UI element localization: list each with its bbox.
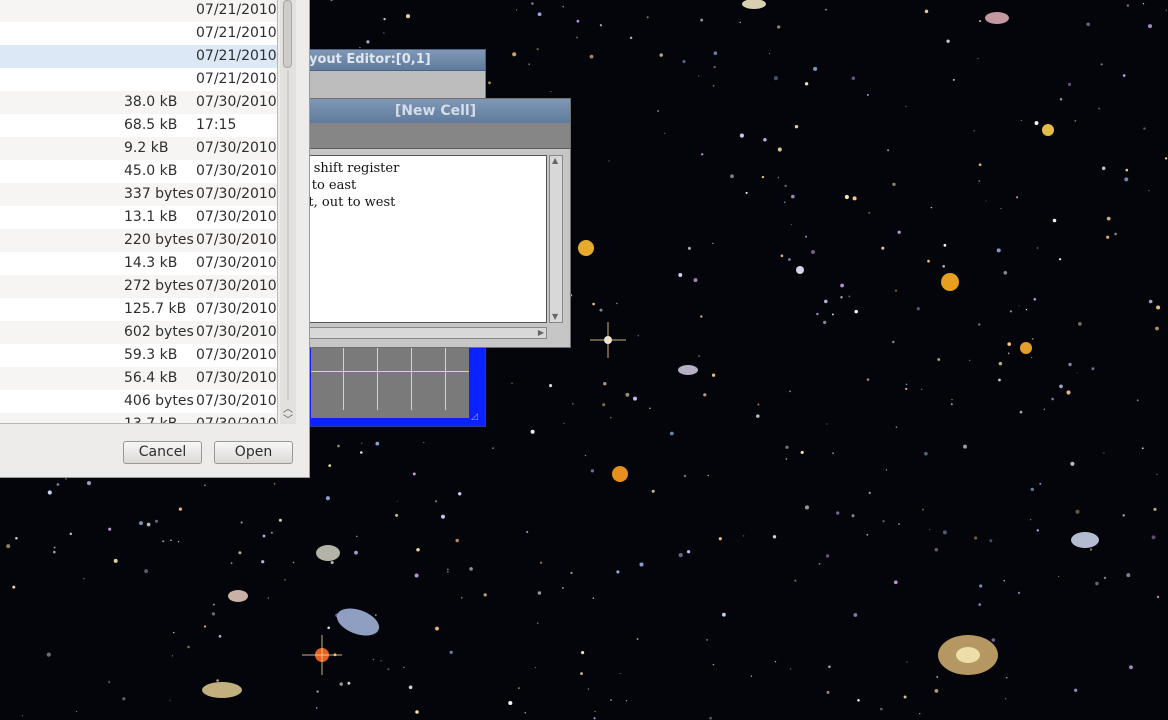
- file-modified-date: 07/30/2010: [196, 209, 277, 225]
- file-modified-date: 07/30/2010: [196, 94, 277, 110]
- file-row[interactable]: 14.3 kB 07/30/2010: [0, 252, 277, 275]
- file-row[interactable]: 07/21/2010: [0, 22, 277, 45]
- file-row[interactable]: 337 bytes 07/30/2010: [0, 183, 277, 206]
- file-modified-date: 07/30/2010: [196, 324, 277, 340]
- file-size: 13.1 kB: [124, 209, 178, 225]
- file-modified-date: 07/21/2010: [196, 48, 277, 64]
- file-modified-date: 07/30/2010: [196, 163, 277, 179]
- file-row[interactable]: 68.5 kB 17:15: [0, 114, 277, 137]
- file-size: 220 bytes: [124, 232, 194, 248]
- file-modified-date: 07/30/2010: [196, 232, 277, 248]
- file-size: 272 bytes: [124, 278, 194, 294]
- file-row[interactable]: 56.4 kB 07/30/2010: [0, 367, 277, 390]
- file-size: 406 bytes: [124, 393, 194, 409]
- scroll-right-icon[interactable]: ▶: [538, 328, 544, 338]
- resize-corner-icon[interactable]: ◿: [471, 412, 481, 422]
- file-modified-date: 07/30/2010: [196, 278, 277, 294]
- file-size: 14.3 kB: [124, 255, 178, 271]
- file-row[interactable]: 45.0 kB 07/30/2010: [0, 160, 277, 183]
- file-list-scrollbar[interactable]: ︿ ﹀: [280, 0, 296, 426]
- layout-editor-title[interactable]: yout Editor:[0,1]: [300, 49, 486, 71]
- file-size: 56.4 kB: [124, 370, 178, 386]
- file-size: 59.3 kB: [124, 347, 178, 363]
- file-modified-date: 07/30/2010: [196, 255, 277, 271]
- text-horizontal-scrollbar[interactable]: ▶: [301, 327, 547, 339]
- file-modified-date: 07/30/2010: [196, 416, 277, 424]
- description-line: ast, out to west: [301, 195, 396, 210]
- file-modified-date: 17:15: [196, 117, 237, 133]
- file-row[interactable]: 220 bytes 07/30/2010: [0, 229, 277, 252]
- file-modified-date: 07/21/2010: [196, 71, 277, 87]
- file-row[interactable]: 13.7 kB 07/30/2010: [0, 413, 277, 424]
- file-modified-date: 07/30/2010: [196, 186, 277, 202]
- file-row[interactable]: 07/21/2010: [0, 68, 277, 91]
- file-row[interactable]: 9.2 kB 07/30/2010: [0, 137, 277, 160]
- file-size: 9.2 kB: [124, 140, 169, 156]
- file-size: 13.7 kB: [124, 416, 178, 424]
- file-modified-date: 07/21/2010: [196, 25, 277, 41]
- text-vertical-scrollbar[interactable]: ▲ ▼: [549, 155, 563, 323]
- file-row[interactable]: 13.1 kB 07/30/2010: [0, 206, 277, 229]
- scroll-down-icon[interactable]: ﹀: [283, 411, 293, 426]
- new-cell-toolbar: [301, 123, 570, 149]
- file-modified-date: 07/30/2010: [196, 301, 277, 317]
- file-size: 337 bytes: [124, 186, 194, 202]
- file-size: 125.7 kB: [124, 301, 187, 317]
- file-row-selected[interactable]: 07/21/2010: [0, 45, 277, 68]
- file-list[interactable]: 07/21/2010 07/21/2010 07/21/2010 07/21/2010…: [0, 0, 278, 424]
- text-cursor: +: [302, 211, 546, 228]
- description-line: ut to east: [302, 178, 357, 193]
- scroll-up-icon[interactable]: ▲: [552, 156, 558, 166]
- scroll-down-icon[interactable]: ▼: [552, 312, 558, 322]
- cell-grid[interactable]: [311, 346, 469, 410]
- new-cell-window: [New Cell] x1 shift register ut to east …: [300, 98, 571, 348]
- file-row[interactable]: 602 bytes 07/30/2010: [0, 321, 277, 344]
- file-size: 45.0 kB: [124, 163, 178, 179]
- file-row[interactable]: 406 bytes 07/30/2010: [0, 390, 277, 413]
- new-cell-title[interactable]: [New Cell]: [301, 99, 570, 123]
- file-modified-date: 07/30/2010: [196, 393, 277, 409]
- file-row[interactable]: 07/21/2010: [0, 0, 277, 22]
- file-modified-date: 07/30/2010: [196, 140, 277, 156]
- cell-description-text[interactable]: x1 shift register ut to east ast, out to…: [301, 155, 547, 323]
- description-line: x1 shift register: [301, 161, 400, 176]
- scrollbar-thumb[interactable]: [283, 0, 292, 68]
- open-button[interactable]: Open: [214, 441, 293, 464]
- layout-grid-canvas[interactable]: ◿: [300, 345, 486, 427]
- file-row[interactable]: 272 bytes 07/30/2010: [0, 275, 277, 298]
- file-row[interactable]: 38.0 kB 07/30/2010: [0, 91, 277, 114]
- file-row[interactable]: 59.3 kB 07/30/2010: [0, 344, 277, 367]
- file-size: 68.5 kB: [124, 117, 178, 133]
- cancel-button[interactable]: Cancel: [123, 441, 202, 464]
- file-modified-date: 07/21/2010: [196, 2, 277, 18]
- scrollbar-track: [287, 70, 289, 400]
- file-modified-date: 07/30/2010: [196, 370, 277, 386]
- file-row[interactable]: 125.7 kB 07/30/2010: [0, 298, 277, 321]
- file-size: 38.0 kB: [124, 94, 178, 110]
- file-modified-date: 07/30/2010: [196, 347, 277, 363]
- grid-bottom-band: [311, 410, 469, 418]
- file-chooser-dialog: 07/21/2010 07/21/2010 07/21/2010 07/21/2010…: [0, 0, 310, 478]
- file-size: 602 bytes: [124, 324, 194, 340]
